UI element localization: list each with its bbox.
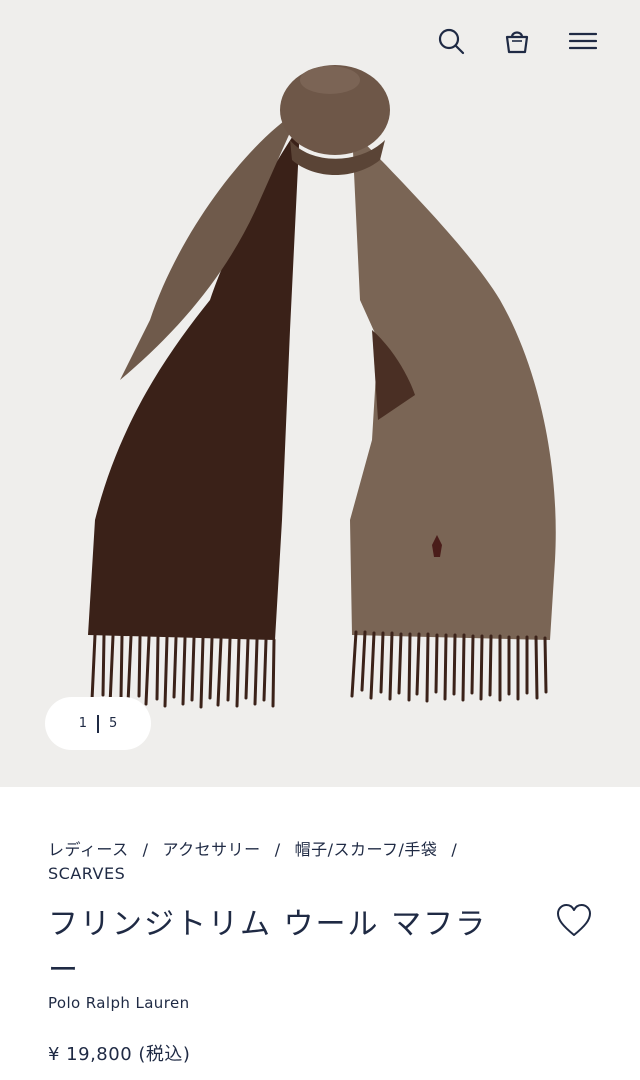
product-image[interactable] [0,0,640,787]
pager-total: 5 [109,716,118,731]
product-page: 1 5 レディース / アクセサリー / 帽子/スカーフ/手袋 / SCARVES フリンジ… [0,0,640,1080]
breadcrumb-separator: / [142,840,149,859]
pager-divider [97,714,99,733]
breadcrumb-item-accessories[interactable]: アクセサリー [162,840,260,859]
product-image-gallery[interactable]: 1 5 [0,0,640,787]
product-brand[interactable]: Polo Ralph Lauren [48,994,189,1012]
breadcrumb: レディース / アクセサリー / 帽子/スカーフ/手袋 / SCARVES [48,838,608,886]
heart-icon[interactable] [555,902,593,940]
breadcrumb-item-hats-scarves-gloves[interactable]: 帽子/スカーフ/手袋 [295,840,438,859]
breadcrumb-separator: / [274,840,281,859]
breadcrumb-item-ladies[interactable]: レディース [48,840,129,859]
pager-current: 1 [78,716,87,731]
search-icon[interactable] [434,24,468,58]
breadcrumb-item-scarves[interactable]: SCARVES [48,864,125,883]
image-pager[interactable]: 1 5 [45,697,151,750]
shopping-bag-icon[interactable] [500,24,534,58]
header-actions [434,24,600,58]
product-title: フリンジトリム ウール マフラー [48,907,488,988]
hamburger-menu-icon[interactable] [566,24,600,58]
breadcrumb-separator: / [451,840,458,859]
product-price: ¥ 19,800 (税込) [48,1044,191,1065]
